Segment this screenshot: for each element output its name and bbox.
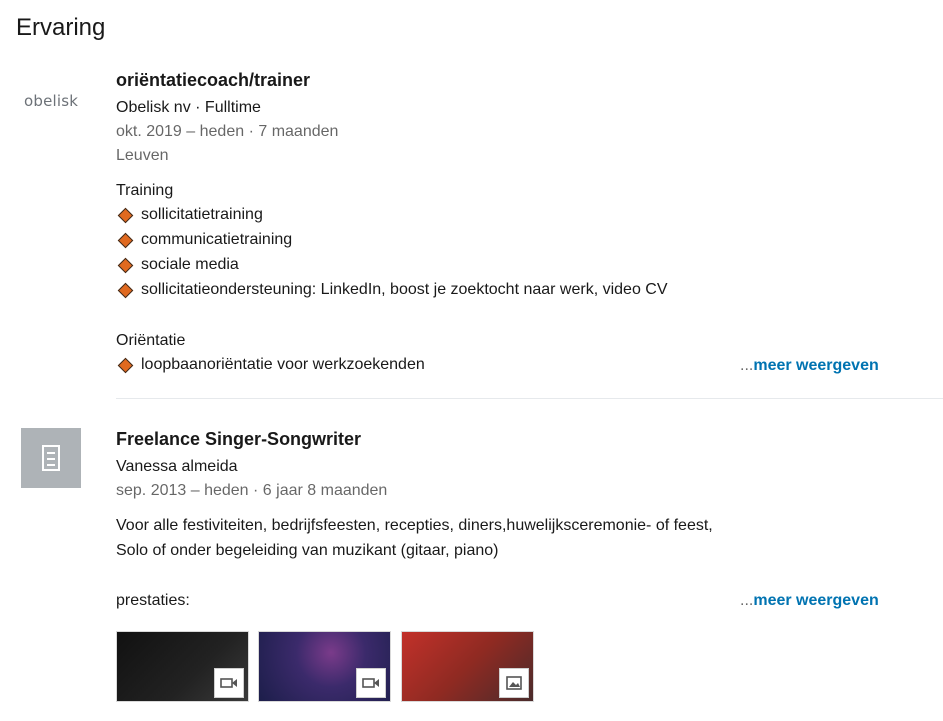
media-thumbnail[interactable] xyxy=(258,631,391,702)
job-title[interactable]: Freelance Singer-Songwriter xyxy=(116,429,361,450)
location: Leuven xyxy=(116,147,169,164)
company-name: Obelisk nv · Fulltime xyxy=(116,99,261,116)
video-icon xyxy=(356,668,386,698)
dates: sep. 2013 – heden xyxy=(116,482,249,499)
building-icon xyxy=(42,445,60,471)
list-item: sollicitatieondersteuning: LinkedIn, boo… xyxy=(116,281,668,299)
diamond-bullet-icon xyxy=(117,282,134,298)
divider xyxy=(116,398,943,399)
section-title: Ervaring xyxy=(16,14,106,41)
dates: okt. 2019 – heden xyxy=(116,123,245,140)
description-line: Voor alle festiviteiten, bedrijfsfeesten… xyxy=(116,517,713,534)
date-range: sep. 2013 – heden · 6 jaar 8 maanden xyxy=(116,482,388,499)
diamond-bullet-icon xyxy=(117,232,134,248)
media-thumbnail[interactable] xyxy=(116,631,249,702)
duration: 7 maanden xyxy=(258,123,339,140)
company-name: Vanessa almeida xyxy=(116,458,238,475)
diamond-bullet-icon xyxy=(117,257,134,273)
see-more-button[interactable]: ...meer weergeven xyxy=(740,592,879,610)
video-icon xyxy=(214,668,244,698)
media-thumbnail[interactable] xyxy=(401,631,534,702)
diamond-bullet-icon xyxy=(117,357,134,373)
description-heading: Training xyxy=(116,182,174,199)
list-item: sociale media xyxy=(116,256,239,274)
date-range: okt. 2019 – heden · 7 maanden xyxy=(116,123,339,140)
list-item: sollicitatietraining xyxy=(116,206,263,224)
see-more-button[interactable]: ...meer weergeven xyxy=(740,357,879,375)
company-logo-obelisk[interactable]: obelisk xyxy=(24,92,78,110)
description-line: Solo of onder begeleiding van muzikant (… xyxy=(116,542,499,559)
duration: 6 jaar 8 maanden xyxy=(262,482,388,499)
company-logo-placeholder[interactable] xyxy=(21,428,81,488)
list-item: communicatietraining xyxy=(116,231,292,249)
image-icon xyxy=(499,668,529,698)
job-title[interactable]: oriëntatiecoach/trainer xyxy=(116,70,310,91)
description-line: prestaties: xyxy=(116,592,190,609)
diamond-bullet-icon xyxy=(117,207,134,223)
list-item: loopbaanoriëntatie voor werkzoekenden xyxy=(116,356,425,374)
description-heading: Oriëntatie xyxy=(116,332,186,349)
